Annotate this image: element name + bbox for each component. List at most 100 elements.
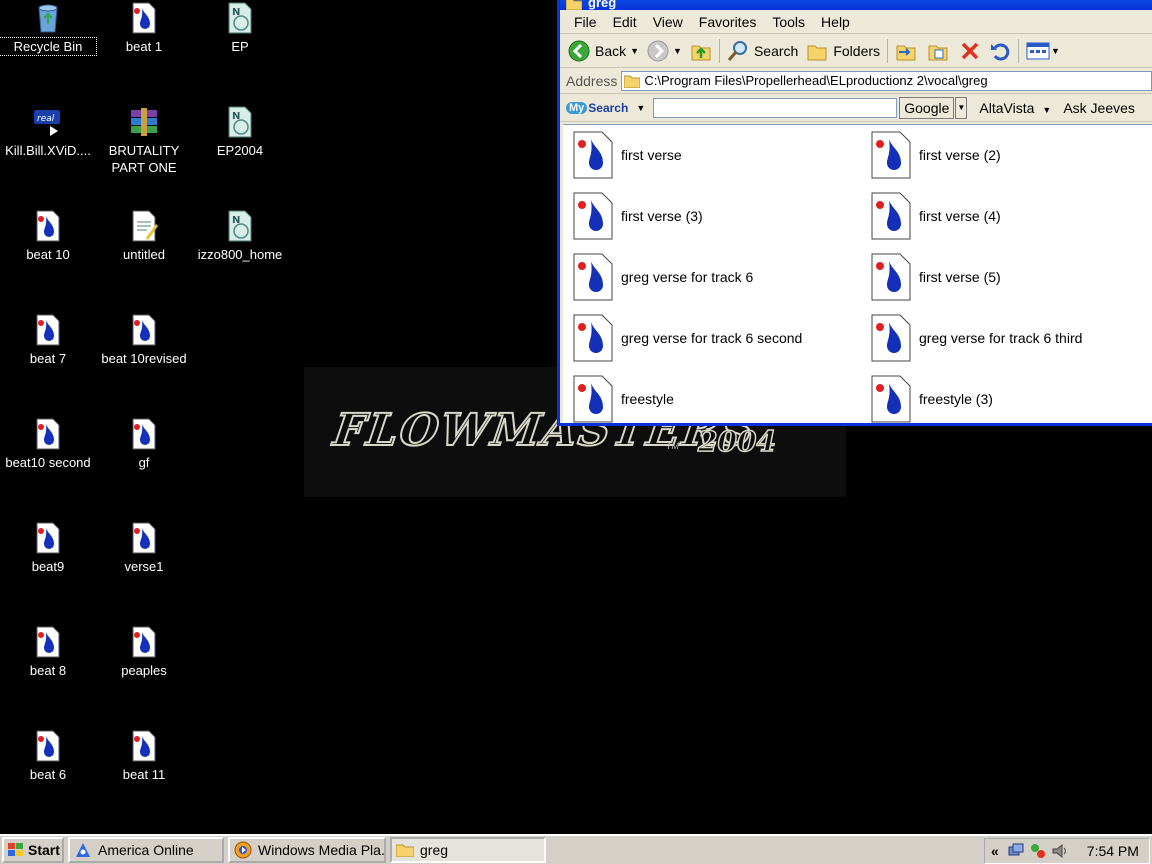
file-item[interactable]: greg verse for track 6 second [573,312,863,364]
menu-file[interactable]: File [566,14,605,30]
menu-bar: File Edit View Favorites Tools Help [560,10,1152,34]
back-button[interactable]: Back ▼ [564,37,643,65]
menu-view[interactable]: View [645,14,691,30]
forward-button[interactable]: ▼ [643,37,686,65]
audio-file-icon [573,192,613,240]
desktop-icon-verse1[interactable]: verse1 [96,522,192,575]
altavista-label: AltaVista [979,99,1035,116]
desktop-icon-untitled[interactable]: untitled [96,210,192,263]
desktop-icon-beat10-second[interactable]: beat10 second [0,418,96,471]
taskbar: Start America Online Windows Media Pla..… [0,834,1152,864]
file-name: first verse [621,147,682,163]
network-icon[interactable] [1007,843,1025,859]
file-list-pane[interactable]: first verse first verse (2) first verse … [563,124,1152,423]
volume-icon[interactable] [1051,843,1069,859]
file-item[interactable]: freestyle [573,373,863,423]
file-item[interactable]: first verse (2) [871,129,1152,181]
ask-jeeves-link[interactable]: Ask Jeeves [1063,100,1135,116]
standard-toolbar: Back ▼ ▼ Search Folders ▼ [560,34,1152,68]
file-name: first verse (2) [919,147,1001,163]
desktop-icon-label: beat 7 [29,351,67,366]
file-item[interactable]: freestyle (3) [871,373,1152,423]
desktop-icon-beat9[interactable]: beat9 [0,522,96,575]
window-title: greg [588,0,617,10]
mysearch-logo[interactable]: My Search ▼ [566,101,645,115]
taskbar-button-wmp[interactable]: Windows Media Pla... [228,837,386,863]
up-folder-button[interactable] [686,37,716,65]
menu-edit[interactable]: Edit [605,14,645,30]
desktop-icon-beat-6[interactable]: beat 6 [0,730,96,783]
move-to-button[interactable] [891,37,923,65]
back-dropdown-icon[interactable]: ▼ [630,46,639,56]
desktop-icon-brutality[interactable]: BRUTALITY PART ONE [96,106,192,176]
start-button[interactable]: Start [2,837,64,863]
desktop-icon-beat-8[interactable]: beat 8 [0,626,96,679]
desktop-icon-label: beat 8 [29,663,67,678]
address-input[interactable]: C:\Program Files\Propellerhead\ELproduct… [621,70,1152,91]
audio-file-icon [871,192,911,240]
desktop-icon-label: gf [138,455,150,470]
search-button[interactable]: Search [723,37,802,65]
desktop-icon-ep[interactable]: N EP [192,2,288,55]
explorer-titlebar[interactable]: greg [560,0,1152,10]
delete-button[interactable] [955,37,985,65]
explorer-window[interactable]: greg File Edit View Favorites Tools Help… [557,0,1152,426]
google-dropdown-icon[interactable]: ▼ [955,96,968,119]
toolbar-separator [1018,38,1020,63]
altavista-dropdown-icon: ▼ [1042,104,1052,115]
audio-file-icon [36,314,60,346]
file-item[interactable]: first verse [573,129,863,181]
desktop-icon-beat-11[interactable]: beat 11 [96,730,192,783]
google-search-button[interactable]: Google [899,96,955,119]
undo-icon [991,43,1010,60]
desktop-icon-beat-10revised[interactable]: beat 10revised [96,314,192,367]
file-item[interactable]: first verse (4) [871,190,1152,242]
desktop-icon-label: beat 6 [29,767,67,782]
audio-file-icon [871,375,911,423]
copy-to-button[interactable] [923,37,955,65]
desktop-icon-peaples[interactable]: peaples [96,626,192,679]
desktop-icon-label: BRUTALITY PART ONE [108,143,180,175]
menu-favorites[interactable]: Favorites [691,14,765,30]
mysearch-input[interactable] [653,97,898,118]
folder-icon [396,844,414,857]
menu-tools[interactable]: Tools [764,14,813,30]
audio-file-icon [132,418,156,450]
back-arrow-icon [568,40,590,61]
file-item[interactable]: greg verse for track 6 [573,251,863,303]
file-item[interactable]: first verse (3) [573,190,863,242]
folders-button[interactable]: Folders [802,37,884,65]
taskbar-button-greg[interactable]: greg [390,837,546,863]
undo-button[interactable] [985,37,1015,65]
audio-file-icon [36,210,60,242]
views-dropdown-icon[interactable]: ▼ [1051,46,1060,56]
taskbar-button-aol[interactable]: America Online [68,837,224,863]
desktop-icon-beat-10[interactable]: beat 10 [0,210,96,263]
address-value: C:\Program Files\Propellerhead\ELproduct… [644,73,988,88]
desktop-icon-recycle-bin[interactable]: Recycle Bin [0,2,97,56]
menu-help[interactable]: Help [813,14,858,30]
desktop-icon-ep2004[interactable]: N EP2004 [192,106,288,159]
file-item[interactable]: first verse (5) [871,251,1152,303]
desktop-icon-label: untitled [123,247,165,262]
mysearch-dropdown-icon[interactable]: ▼ [636,103,645,113]
winrar-archive-icon [131,108,157,136]
file-item[interactable]: greg verse for track 6 third [871,312,1152,364]
desktop-icon-gf[interactable]: gf [96,418,192,471]
network-disconnected-icon[interactable] [1029,843,1047,859]
desktop-icon-beat-1[interactable]: beat 1 [96,2,192,55]
desktop-icon-izzo800-home[interactable]: N izzo800_home [192,210,288,263]
desktop-icon-label: Kill.Bill.XViD.... [5,143,91,158]
altavista-link[interactable]: AltaVista ▼ [979,100,1051,116]
audio-file-icon [573,131,613,179]
tray-expand-chevron[interactable]: « [991,843,999,859]
wallpaper-year: 2004 [697,424,776,459]
forward-dropdown-icon[interactable]: ▼ [673,46,682,56]
folder-icon [624,75,641,88]
clock[interactable]: 7:54 PM [1087,843,1139,859]
views-button[interactable]: ▼ [1022,37,1064,65]
nero-file-icon: N [228,2,252,34]
file-name: greg verse for track 6 [621,269,754,285]
desktop-icon-beat-7[interactable]: beat 7 [0,314,96,367]
desktop-icon-kill-bill[interactable]: real Kill.Bill.XViD.... [0,106,96,159]
